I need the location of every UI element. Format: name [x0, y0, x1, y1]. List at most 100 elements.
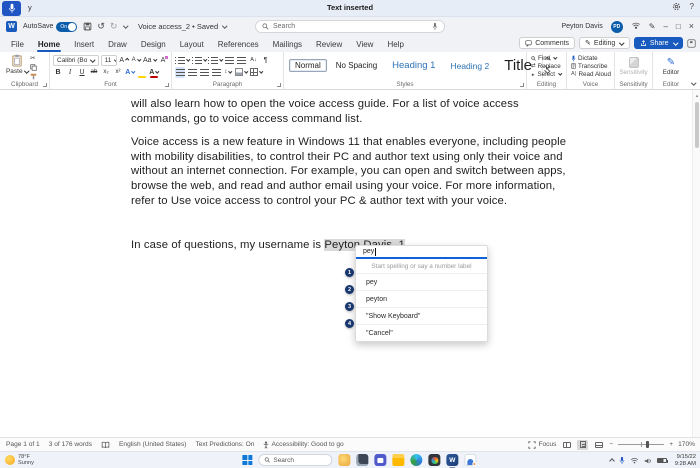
focus-button[interactable]: Focus	[528, 441, 556, 449]
editor-button[interactable]: ✎ Editor	[653, 52, 689, 80]
underline-button[interactable]: U	[77, 67, 87, 78]
flag-icon[interactable]	[687, 39, 696, 48]
style-normal[interactable]: Normal	[289, 59, 327, 72]
bullets-button[interactable]	[175, 55, 190, 66]
style-no-spacing[interactable]: No Spacing	[330, 59, 383, 72]
voice-help-icon[interactable]: ?	[690, 2, 694, 11]
wifi-icon[interactable]	[630, 457, 639, 464]
people-icon[interactable]	[464, 454, 476, 466]
suggestion-item[interactable]: 2peyton	[356, 290, 487, 307]
align-left-button[interactable]	[175, 67, 185, 78]
numbering-button[interactable]	[192, 55, 207, 66]
clear-formatting-button[interactable]: A	[158, 55, 168, 66]
zoom-out-button[interactable]: −	[609, 441, 613, 448]
tab-help[interactable]: Help	[380, 36, 410, 52]
suggestion-item[interactable]: 3"Show Keyboard"	[356, 307, 487, 324]
cut-button[interactable]: ✂	[30, 54, 42, 62]
speaker-icon[interactable]	[644, 457, 652, 465]
voice-access-tray-mic-icon[interactable]	[619, 456, 625, 465]
transcribe-button[interactable]: Transcribe	[571, 63, 614, 70]
undo-icon[interactable]: ↺	[97, 22, 105, 31]
save-icon[interactable]	[83, 22, 92, 31]
language-indicator[interactable]: English (United States)	[119, 441, 186, 448]
paragraph[interactable]: In case of questions, my username is Pey…	[131, 238, 572, 253]
line-spacing-button[interactable]: ↕	[223, 67, 233, 78]
word-app-icon[interactable]: W	[6, 21, 17, 32]
vertical-scrollbar[interactable]: ▲	[692, 90, 700, 437]
read-aloud-button[interactable]: A)Read Aloud	[571, 71, 614, 78]
dictate-button[interactable]: Dictate	[571, 55, 614, 62]
pen-mode-icon[interactable]: ✎	[649, 23, 656, 31]
document-text[interactable]: will also learn how to open the voice ac…	[131, 97, 572, 253]
restore-button[interactable]: □	[676, 23, 681, 31]
font-name-select[interactable]: Calibri (Body)	[53, 55, 99, 66]
teams-chat-icon[interactable]	[374, 454, 386, 466]
font-color-button[interactable]: A	[149, 67, 159, 78]
scroll-up-icon[interactable]: ▲	[695, 93, 699, 98]
format-painter-button[interactable]	[30, 72, 42, 80]
align-right-button[interactable]	[199, 67, 209, 78]
italic-button[interactable]: I	[65, 67, 75, 78]
number-label-badge[interactable]: 3	[345, 302, 354, 311]
subscript-button[interactable]: x₂	[101, 67, 111, 78]
search-box[interactable]: Search	[255, 20, 445, 33]
paste-button[interactable]: Paste	[4, 54, 30, 75]
copilot-icon[interactable]	[338, 454, 350, 466]
document-canvas[interactable]: will also learn how to open the voice ac…	[0, 90, 700, 437]
align-center-button[interactable]	[187, 67, 197, 78]
find-button[interactable]: Find	[531, 55, 566, 62]
autosave-control[interactable]: AutoSave On	[23, 22, 77, 32]
taskbar-search[interactable]: Search	[258, 454, 332, 466]
justify-button[interactable]	[211, 67, 221, 78]
show-formatting-button[interactable]: ¶	[261, 55, 271, 66]
replace-button[interactable]: ⇄Replace	[531, 63, 566, 70]
font-size-select[interactable]: 11	[101, 55, 117, 66]
suggestion-item[interactable]: 4"Cancel"	[356, 324, 487, 341]
accessibility-indicator[interactable]: Accessibility: Good to go	[263, 441, 343, 449]
quick-access-customize-icon[interactable]	[124, 24, 129, 29]
tab-mailings[interactable]: Mailings	[266, 36, 309, 52]
number-label-badge[interactable]: 4	[345, 319, 354, 328]
tab-file[interactable]: File	[4, 36, 31, 52]
number-label-badge[interactable]: 1	[345, 268, 354, 277]
tab-insert[interactable]: Insert	[67, 36, 101, 52]
tab-design[interactable]: Design	[134, 36, 173, 52]
presenter-icon[interactable]	[631, 22, 641, 31]
search-mic-icon[interactable]	[432, 22, 438, 31]
clock[interactable]: 9/15/22 9:28 AM	[675, 454, 696, 467]
style-heading-2[interactable]: Heading 2	[444, 59, 495, 73]
paragraph[interactable]: Voice access is a new feature in Windows…	[131, 135, 572, 208]
paragraph-dialog-launcher[interactable]	[277, 83, 281, 87]
superscript-button[interactable]: x²	[113, 67, 123, 78]
multilevel-list-button[interactable]	[208, 55, 223, 66]
collapse-ribbon-icon[interactable]	[691, 80, 696, 85]
redo-icon[interactable]: ↻	[110, 22, 118, 31]
shading-button[interactable]	[235, 67, 248, 78]
web-layout-button[interactable]	[593, 440, 604, 450]
word-count[interactable]: 3 of 176 words	[49, 441, 92, 448]
tab-home[interactable]: Home	[31, 36, 67, 52]
spelling-input[interactable]: pey	[356, 246, 487, 259]
edge-browser-icon[interactable]	[410, 454, 422, 466]
share-button[interactable]: Share	[634, 37, 683, 49]
text-predictions-indicator[interactable]: Text Predictions: On	[195, 441, 254, 448]
suggestion-item[interactable]: 1pey	[356, 273, 487, 290]
tab-references[interactable]: References	[211, 36, 266, 52]
font-dialog-launcher[interactable]	[165, 83, 169, 87]
close-button[interactable]: ×	[689, 22, 694, 31]
read-mode-button[interactable]	[561, 440, 572, 450]
voice-settings-gear-icon[interactable]	[672, 2, 681, 11]
borders-button[interactable]	[250, 67, 263, 78]
print-layout-button[interactable]	[577, 440, 588, 450]
start-button[interactable]	[242, 455, 252, 465]
paragraph[interactable]: will also learn how to open the voice ac…	[131, 97, 572, 126]
number-label-badge[interactable]: 2	[345, 285, 354, 294]
comments-button[interactable]: Comments	[519, 37, 575, 49]
task-view-icon[interactable]	[356, 454, 368, 466]
user-avatar[interactable]: PD	[611, 21, 623, 33]
bold-button[interactable]: B	[53, 67, 63, 78]
styles-dialog-launcher[interactable]	[520, 83, 524, 87]
strikethrough-button[interactable]: ab	[89, 67, 99, 78]
hidden-icons-chevron[interactable]	[609, 458, 615, 464]
zoom-slider[interactable]	[618, 444, 664, 445]
